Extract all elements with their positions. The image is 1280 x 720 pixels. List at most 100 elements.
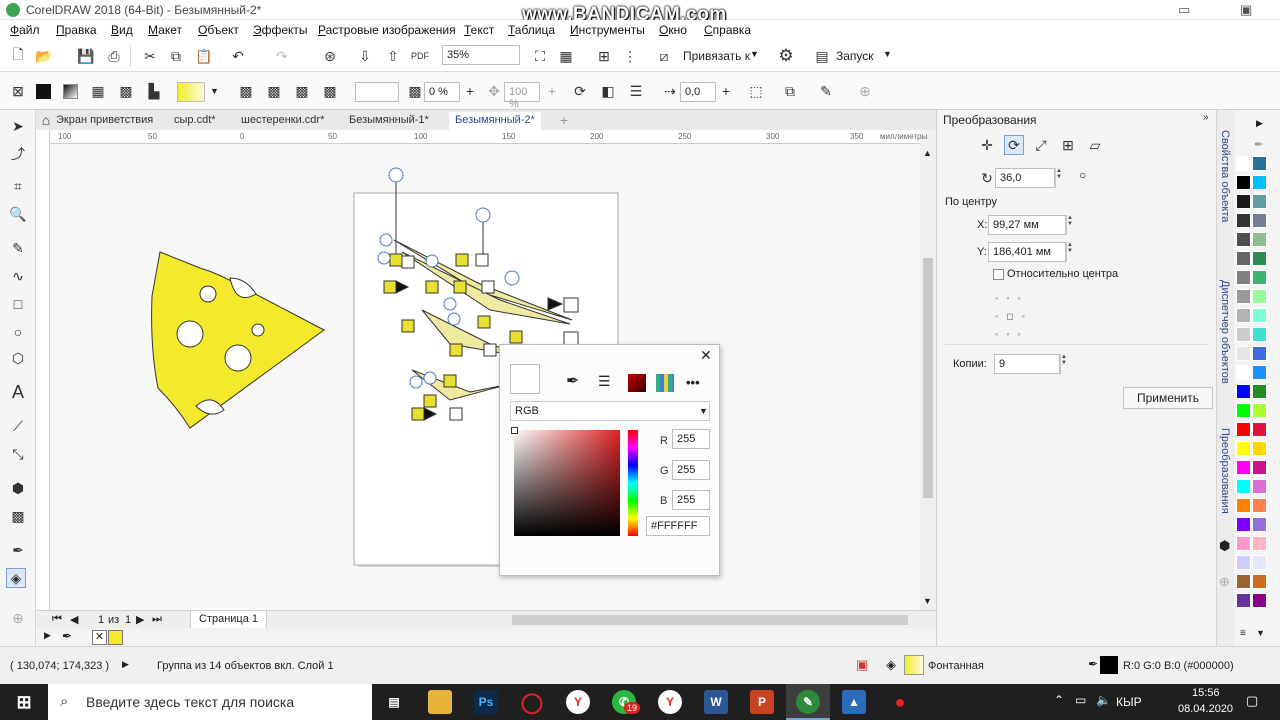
parallel-dimension-icon[interactable]: ⟋ [8,416,28,436]
ellipse-tool-icon[interactable]: ○ [8,322,28,342]
yandex-icon[interactable]: Y [658,690,682,714]
copy-icon[interactable]: ⧉ [166,46,186,66]
b-field[interactable]: 255 [672,490,710,510]
palette-swatch[interactable] [1236,422,1251,437]
tab-transformations[interactable]: Преобразования [1219,428,1231,514]
edit-fill-icon[interactable]: ✎ [816,81,836,101]
interactive-fill-icon[interactable]: ◈ [6,568,26,588]
page-tab[interactable]: Страница 1 [190,611,268,629]
open-icon[interactable]: 📂 [34,46,54,66]
menu-file[interactable]: Файл [10,23,40,37]
angle-field[interactable]: 36,0 [995,168,1055,188]
palette-scroll-up-icon[interactable]: ▶ [1256,118,1263,129]
palette-swatch[interactable] [1236,498,1251,513]
copies-field[interactable]: 9 [994,354,1060,374]
palette-swatch[interactable] [1236,156,1251,171]
palette-swatch[interactable] [1236,270,1251,285]
network-icon[interactable]: ▭ [1075,693,1086,707]
horizontal-scrollbar[interactable] [512,615,908,625]
tab-gears[interactable]: шестеренки.cdr* [235,112,330,130]
publish-pdf-icon[interactable]: PDF [410,46,430,66]
snap-to-dropdown[interactable]: Привязать к [683,49,750,63]
palette-swatch[interactable] [1252,194,1267,209]
hex-field[interactable]: #FFFFFF [646,516,710,536]
tab-untitled-2[interactable]: Безымянный-2* [449,112,541,130]
launch-dropdown[interactable]: Запуск [836,49,874,63]
zoom-level-field[interactable]: 35% [442,45,520,65]
language-indicator[interactable]: КЫР [1116,695,1142,709]
palette-swatch[interactable] [1236,555,1251,570]
copies-spinner[interactable]: ▲ ▼ [1060,354,1072,374]
zoom-tool-icon[interactable]: 🔍 [8,204,28,224]
artistic-media-icon[interactable]: ∿ [8,266,28,286]
rulers-icon[interactable]: ▦ [556,46,576,66]
palette-swatch[interactable] [1252,479,1267,494]
no-color-swatch[interactable]: ✕ [92,630,107,645]
menu-bitmaps[interactable]: Растровые изображения [318,23,456,37]
merge-mode-dropdown[interactable] [355,82,399,102]
menu-effects[interactable]: Эффекты [253,23,308,37]
yandex-browser-icon[interactable]: Y [566,690,590,714]
palette-swatch[interactable] [1252,460,1267,475]
color-sliders-icon[interactable]: ☰ [598,373,611,390]
palette-swatch[interactable] [1252,156,1267,171]
palette-scroll-down-icon[interactable]: ▼ [1256,628,1265,638]
x-spinner[interactable]: ▲ ▼ [1066,215,1078,235]
last-page-icon[interactable]: ⏭ [152,613,162,626]
palette-swatch[interactable] [1236,460,1251,475]
color-model-dropdown[interactable]: RGB ▼ [510,401,710,421]
notifications-icon[interactable]: ▢ [1246,693,1258,709]
fountain-fill-icon[interactable] [63,84,78,99]
palette-swatch[interactable] [1252,251,1267,266]
pattern-fill-icon[interactable]: ▦ [88,81,108,101]
apply-button[interactable]: Применить [1123,387,1213,409]
corel-connect-icon[interactable]: ⊛ [320,46,340,66]
anchor-grid[interactable]: ◦◦◦ ◦◻◦ ◦◦◦ [995,289,1047,339]
offset-field[interactable]: 0,0 [680,82,716,102]
powerpoint-icon[interactable]: P [750,690,774,714]
launch-icon[interactable]: ▤ [812,46,832,66]
guidelines-icon[interactable]: ⊞ [594,46,614,66]
reverse-icon[interactable]: ◧ [598,81,618,101]
fill-swatch[interactable] [904,655,924,675]
maximize-icon[interactable]: ▣ [1240,2,1252,18]
menu-table[interactable]: Таблица [508,23,555,37]
polygon-tool-icon[interactable]: ⬡ [8,348,28,368]
y-field[interactable]: 186,401 мм [988,242,1066,262]
copy-properties-icon[interactable]: ⧉ [780,81,800,101]
yellow-swatch[interactable] [108,630,123,645]
snap-icon[interactable]: ⧄ [654,46,674,66]
drawing-canvas[interactable] [50,144,920,610]
scroll-thumb[interactable] [923,258,933,498]
texture-fill-icon[interactable]: ▩ [116,81,136,101]
docker-expand-icon[interactable]: » [1203,112,1209,123]
palette-swatch[interactable] [1236,213,1251,228]
position-icon[interactable]: ✛ [977,135,997,155]
clock-time[interactable]: 15:56 [1192,687,1220,699]
grid-icon[interactable]: ⋮ [620,46,640,66]
palette-swatch[interactable] [1252,384,1267,399]
volume-icon[interactable]: 🔈 [1096,693,1111,707]
color-proof-icon[interactable]: ▣ [856,657,868,673]
palette-swatch[interactable] [1252,175,1267,190]
current-color-swatch[interactable] [510,364,540,394]
plus-icon[interactable]: + [542,81,562,101]
undo-icon[interactable]: ↶ [228,46,248,66]
blend-dock-icon[interactable]: ⬢ [1219,538,1230,554]
menu-view[interactable]: Вид [111,23,133,37]
angle-spinner[interactable]: ▲ ▼ [1055,168,1067,188]
expand-icon[interactable]: ▶ [122,659,129,670]
y-spinner[interactable]: ▲ ▼ [1066,242,1078,262]
palette-swatch[interactable] [1236,251,1251,266]
color-palettes-icon[interactable] [656,374,674,392]
palette-swatch[interactable] [1252,593,1267,608]
task-view-icon[interactable]: ▤ [382,690,406,714]
gradient-swatch[interactable] [177,82,205,102]
postscript-fill-icon[interactable]: ▙ [144,81,164,101]
outline-swatch[interactable] [1100,656,1118,674]
free-scale-icon[interactable]: ⬚ [746,81,766,101]
plus-icon[interactable]: + [460,81,480,101]
x-field[interactable]: 99,27 мм [988,215,1066,235]
palette-swatch[interactable] [1236,308,1251,323]
import-icon[interactable]: ⇩ [355,46,375,66]
